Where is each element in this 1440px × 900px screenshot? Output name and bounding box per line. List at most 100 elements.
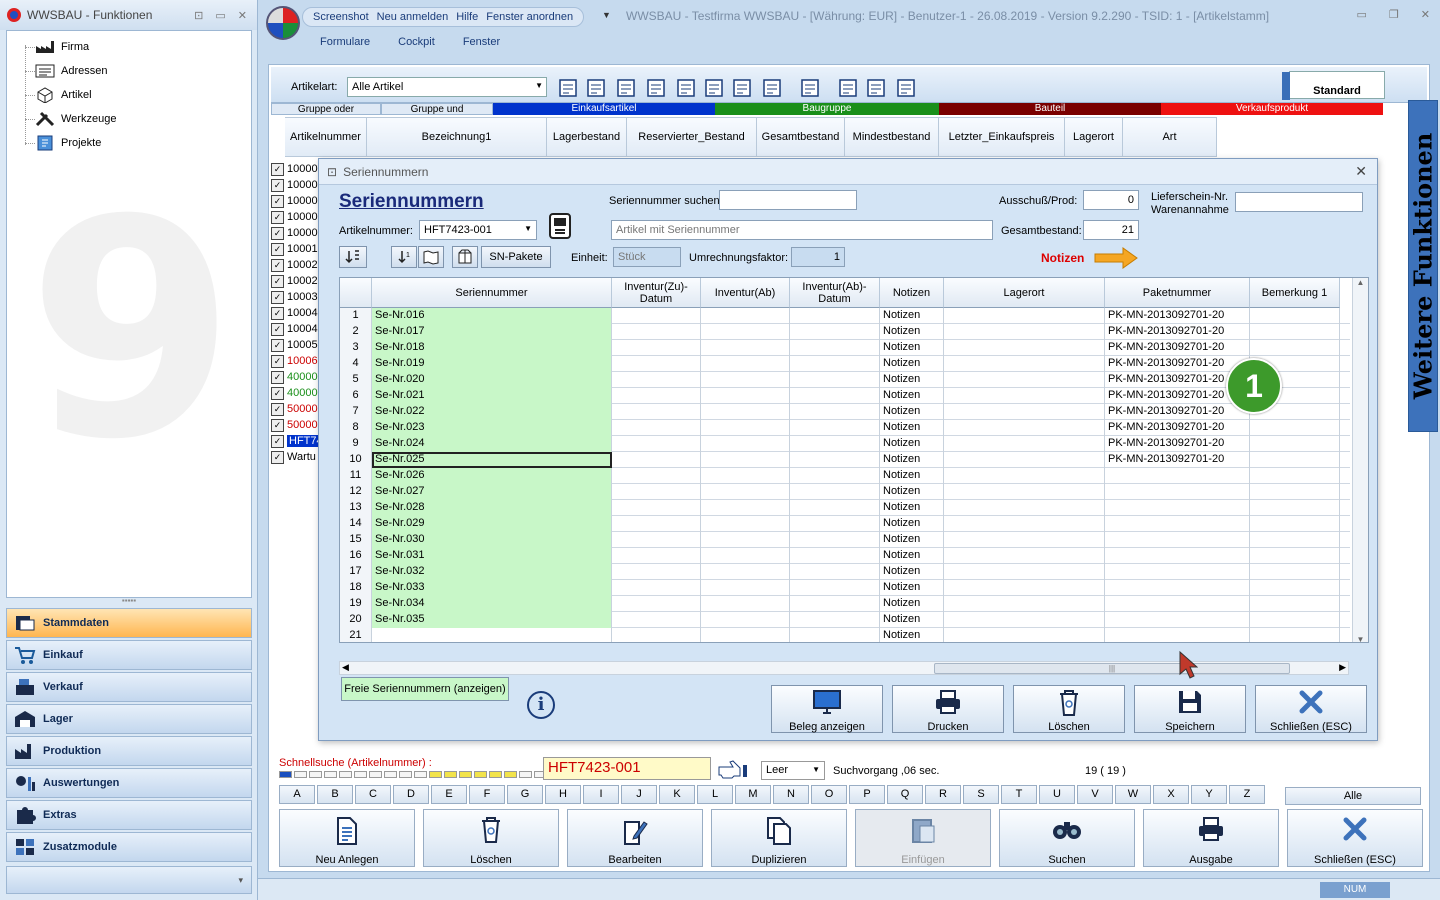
notes-cell[interactable]: Notizen	[880, 324, 944, 340]
stack-icon[interactable]	[585, 77, 607, 99]
barcode-scanner-icon[interactable]	[547, 212, 573, 243]
notes-button[interactable]: Notizen	[883, 565, 920, 577]
remark-cell[interactable]	[1250, 596, 1340, 612]
grid-cell[interactable]	[612, 324, 701, 340]
package-number-cell[interactable]: PK-MN-2013092701-20	[1105, 340, 1250, 356]
column-header-lagerbestand[interactable]: Lagerbestand	[547, 117, 627, 157]
vertical-scrollbar[interactable]: ▲ ▼	[1352, 278, 1368, 642]
close-icon[interactable]: ✕	[238, 9, 247, 22]
sn-search-input[interactable]	[719, 190, 857, 210]
package-number-cell[interactable]: PK-MN-2013092701-20	[1105, 452, 1250, 468]
grid-cell[interactable]	[612, 548, 701, 564]
free-serials-button[interactable]: Freie Seriennummern (anzeigen)	[341, 677, 509, 701]
lagerort-cell[interactable]	[944, 340, 1105, 356]
lagerort-cell[interactable]	[944, 548, 1105, 564]
qa-screenshot[interactable]: Screenshot	[313, 11, 369, 23]
checkbox[interactable]: ✓	[271, 338, 284, 352]
letter-b-button[interactable]: B	[317, 785, 353, 804]
cube-icon[interactable]	[645, 77, 667, 99]
notes-cell[interactable]: Notizen	[880, 612, 944, 628]
neu-anlegen-button[interactable]: Neu Anlegen	[279, 809, 415, 867]
frame-icon[interactable]	[761, 77, 783, 99]
serial-number-cell[interactable]: Se-Nr.026	[372, 468, 612, 484]
grid-cell[interactable]	[790, 548, 880, 564]
table-row[interactable]: ✓ 10004	[271, 321, 318, 337]
column-header-lagerort[interactable]: Lagerort	[1065, 117, 1123, 157]
grid-cell[interactable]	[790, 404, 880, 420]
letter-a-button[interactable]: A	[279, 785, 315, 804]
nav-more-button[interactable]: ▾	[6, 866, 252, 894]
table-row[interactable]: ✓ Wartu	[271, 449, 316, 465]
letter-alle-button[interactable]: Alle	[1285, 787, 1421, 805]
nav-lager[interactable]: Lager	[6, 704, 252, 734]
remark-cell[interactable]	[1250, 484, 1340, 500]
lagerort-cell[interactable]	[944, 516, 1105, 532]
package-number-cell[interactable]: PK-MN-2013092701-20	[1105, 436, 1250, 452]
suchen-button[interactable]: Suchen	[999, 809, 1135, 867]
letter-p-button[interactable]: P	[849, 785, 885, 804]
page-icon[interactable]	[837, 77, 859, 99]
notes-button[interactable]: Notizen	[883, 581, 920, 593]
notes-cell[interactable]: Notizen	[880, 564, 944, 580]
notes-button[interactable]: Notizen	[883, 597, 920, 609]
maximize-icon[interactable]: ❐	[1389, 8, 1399, 21]
löschen-button[interactable]: Löschen	[423, 809, 559, 867]
notes-button[interactable]: Notizen	[883, 405, 920, 417]
table-row[interactable]: 3 Se-Nr.018 Notizen PK-MN-2013092701-20	[340, 340, 1350, 356]
notes-button[interactable]: Notizen	[883, 517, 920, 529]
grid-cell[interactable]	[701, 532, 790, 548]
lagerort-cell[interactable]	[944, 420, 1105, 436]
grid-cell[interactable]	[612, 484, 701, 500]
scroll-left-icon[interactable]: ◀	[342, 662, 349, 673]
table-row[interactable]: 1 Se-Nr.016 Notizen PK-MN-2013092701-20	[340, 308, 1350, 324]
serial-number-cell[interactable]: Se-Nr.021	[372, 388, 612, 404]
grid-cell[interactable]	[790, 308, 880, 324]
notes-cell[interactable]: Notizen	[880, 532, 944, 548]
table-row[interactable]: 6 Se-Nr.021 Notizen PK-MN-2013092701-20	[340, 388, 1350, 404]
checkbox[interactable]: ✓	[271, 290, 284, 304]
sort-down-button[interactable]: 1	[391, 246, 417, 268]
grid-cell[interactable]	[701, 308, 790, 324]
notes-cell[interactable]: Notizen	[880, 404, 944, 420]
sort-icon[interactable]	[799, 77, 821, 99]
table-row[interactable]: 13 Se-Nr.028 Notizen	[340, 500, 1350, 516]
notes-cell[interactable]: Notizen	[880, 484, 944, 500]
remark-cell[interactable]	[1250, 548, 1340, 564]
grid-cell[interactable]	[701, 324, 790, 340]
checkbox[interactable]: ✓	[271, 306, 284, 320]
lagerort-cell[interactable]	[944, 500, 1105, 516]
grid-cell[interactable]	[701, 468, 790, 484]
grid-cell[interactable]	[790, 500, 880, 516]
scroll-thumb[interactable]: |||	[934, 663, 1290, 674]
table-row[interactable]: 21 Notizen	[340, 628, 1350, 642]
grid-cell[interactable]	[701, 340, 790, 356]
image-icon[interactable]	[615, 77, 637, 99]
checkbox[interactable]: ✓	[271, 162, 284, 176]
notes-cell[interactable]: Notizen	[880, 452, 944, 468]
package-number-cell[interactable]	[1105, 548, 1250, 564]
table-row[interactable]: 16 Se-Nr.031 Notizen	[340, 548, 1350, 564]
grid-cell[interactable]	[790, 612, 880, 628]
notes-button[interactable]: Notizen	[883, 469, 920, 481]
qa-dropdown-icon[interactable]: ▼	[602, 10, 611, 20]
nav-stammdaten[interactable]: Stammdaten	[6, 608, 252, 638]
nav-zusatzmodule[interactable]: Zusatzmodule	[6, 832, 252, 862]
nav-verkauf[interactable]: Verkauf	[6, 672, 252, 702]
letter-d-button[interactable]: D	[393, 785, 429, 804]
lagerort-cell[interactable]	[944, 628, 1105, 642]
table-row[interactable]: 5 Se-Nr.020 Notizen PK-MN-2013092701-20	[340, 372, 1350, 388]
app-orb[interactable]	[266, 6, 300, 40]
grid-cell[interactable]	[612, 516, 701, 532]
checkbox[interactable]: ✓	[271, 258, 284, 272]
table-row[interactable]: ✓ 10003	[271, 289, 318, 305]
sort-button[interactable]	[339, 246, 367, 268]
notes-cell[interactable]: Notizen	[880, 516, 944, 532]
grid-cell[interactable]	[790, 372, 880, 388]
grid-cell[interactable]	[612, 500, 701, 516]
calendar-icon[interactable]	[557, 77, 579, 99]
lagerort-cell[interactable]	[944, 468, 1105, 484]
column-header-gesamtbestand[interactable]: Gesamtbestand	[757, 117, 845, 157]
grid-cell[interactable]	[701, 388, 790, 404]
grid-cell[interactable]	[701, 612, 790, 628]
letter-w-button[interactable]: W	[1115, 785, 1151, 804]
